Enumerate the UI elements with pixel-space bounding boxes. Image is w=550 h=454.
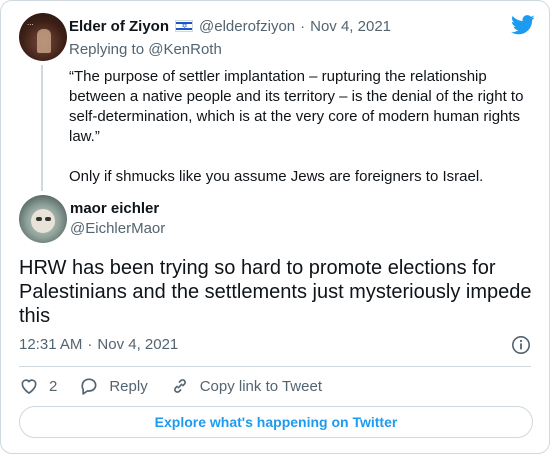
copy-link-button[interactable]: Copy link to Tweet [170, 376, 322, 396]
reply-author-name[interactable]: maor eichler [70, 200, 159, 217]
copy-link-label: Copy link to Tweet [199, 377, 322, 395]
parent-header: Elder of Ziyon ✡ @elderofziyon · Nov 4, … [69, 17, 391, 35]
reply-bubble-icon [81, 378, 97, 395]
parent-date[interactable]: Nov 4, 2021 [310, 18, 391, 35]
tweet-time: 12:31 AM [19, 336, 83, 353]
parent-author-name[interactable]: Elder of Ziyon [69, 18, 169, 35]
meta-separator: · [87, 336, 93, 353]
like-button[interactable]: 2 [19, 376, 57, 396]
thread-line [41, 65, 43, 191]
avatar-face [31, 209, 55, 233]
twitter-bird-icon[interactable] [511, 15, 535, 35]
parent-avatar[interactable]: ... [19, 13, 67, 61]
replying-to: Replying to @KenRoth [69, 41, 222, 58]
link-icon [173, 379, 186, 393]
avatar-figure [37, 29, 51, 53]
tweet-timestamp[interactable]: 12:31 AM · Nov 4, 2021 [19, 336, 178, 353]
avatar-eye-right [45, 217, 51, 221]
replying-prefix: Replying to [69, 41, 149, 58]
like-count: 2 [49, 377, 58, 395]
parent-separator: · [300, 17, 306, 35]
embedded-tweet-card: ... Elder of Ziyon ✡ @elderofziyon · Nov… [0, 0, 550, 454]
parent-quote: “The purpose of settler implantation – r… [69, 68, 524, 145]
divider [19, 366, 531, 367]
reply-button[interactable]: Reply [79, 376, 148, 396]
parent-tweet[interactable]: ... Elder of Ziyon ✡ @elderofziyon · Nov… [19, 13, 535, 191]
flag-bottom-stripe [176, 28, 193, 30]
tweet-date: Nov 4, 2021 [97, 336, 179, 353]
avatar-eye-left [36, 217, 42, 221]
parent-handle[interactable]: @elderofziyon [199, 18, 295, 35]
reply-handle[interactable]: @EichlerMaor [70, 220, 165, 237]
avatar-logo-text: ... [27, 19, 34, 27]
heart-icon [21, 379, 37, 395]
parent-tweet-text: “The purpose of settler implantation – r… [69, 67, 529, 207]
israel-flag-icon: ✡ [175, 20, 194, 32]
reply-label: Reply [109, 377, 148, 395]
info-icon[interactable] [511, 335, 531, 355]
explore-twitter-button[interactable]: Explore what's happening on Twitter [19, 406, 533, 438]
parent-comment: Only if shmucks like you assume Jews are… [69, 168, 484, 185]
reply-tweet-text: HRW has been trying so hard to promote e… [19, 257, 532, 327]
replying-to-mention[interactable]: @KenRoth [148, 41, 222, 58]
reply-avatar[interactable] [19, 195, 67, 243]
tweet-actions: 2 Reply Copy link to Tweet [19, 375, 344, 397]
